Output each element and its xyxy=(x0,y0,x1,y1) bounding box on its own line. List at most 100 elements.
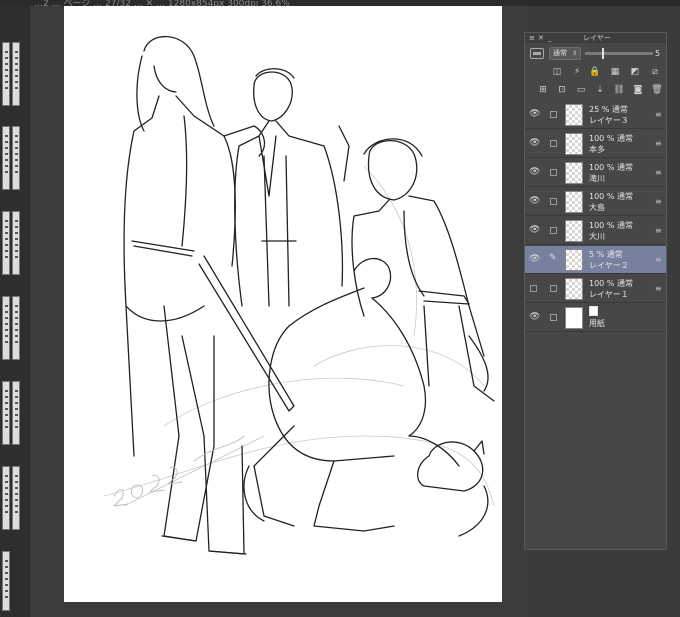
eye-icon[interactable]: 👁 xyxy=(529,196,540,207)
layer-row[interactable]: 👁 100 % 通常 滝川 ≡ xyxy=(525,159,666,187)
layer-thumbnail xyxy=(565,249,583,271)
layer-lock-checkbox[interactable] xyxy=(550,169,557,176)
eye-icon[interactable]: 👁 xyxy=(529,225,540,236)
layer-opacity-mode: 100 % 通常 xyxy=(589,192,633,201)
drag-handle-icon[interactable]: ≡ xyxy=(655,139,662,149)
new-raster-layer-icon[interactable]: ⊞ xyxy=(537,84,549,96)
layer-name: 用紙 xyxy=(589,319,605,328)
eye-icon[interactable]: 👁 xyxy=(529,312,540,323)
layer-name: 本多 xyxy=(589,145,605,154)
layer-opacity-mode: 100 % 通常 xyxy=(589,221,633,230)
page-thumbnail[interactable] xyxy=(12,381,20,445)
page-thumbnail[interactable] xyxy=(2,466,10,530)
layer-name: 滝川 xyxy=(589,174,605,183)
panel-menu-icon[interactable]: ≡ xyxy=(529,33,535,43)
drag-handle-icon[interactable]: ≡ xyxy=(655,110,662,120)
panel-titlebar: ≡ ✕ _ レイヤー xyxy=(525,33,666,43)
mask-enable-icon[interactable]: ◩ xyxy=(629,66,641,78)
layer-name: レイヤー３ xyxy=(589,116,629,125)
layer-lock-checkbox[interactable] xyxy=(550,314,557,321)
new-folder-icon[interactable]: ▭ xyxy=(575,84,587,96)
layer-action-toolbar: ⊞ ⊡ ▭ ⇣ ⛓ ◙ 🗑 xyxy=(525,82,666,98)
layer-name: レイヤー１ xyxy=(589,290,629,299)
page-thumbnail[interactable] xyxy=(2,551,10,611)
layer-lock-checkbox[interactable] xyxy=(550,227,557,234)
page-thumbnail[interactable] xyxy=(12,126,20,190)
eye-icon[interactable]: 👁 xyxy=(529,254,540,265)
new-vector-layer-icon[interactable]: ⊡ xyxy=(556,84,568,96)
layer-row[interactable]: 👁 25 % 通常 レイヤー３ ≡ xyxy=(525,101,666,129)
app-window: …2 … ページ … 27/32 … ✕ … 1280x854px 300dpi… xyxy=(0,0,680,617)
page-thumbnail[interactable] xyxy=(12,211,20,275)
page-thumbnail-strip xyxy=(0,6,30,617)
layer-thumbnail xyxy=(565,278,583,300)
layer-lock-checkbox[interactable] xyxy=(550,140,557,147)
layer-mask-icon[interactable]: ◙ xyxy=(632,84,644,96)
layer-panel: ≡ ✕ _ レイヤー 通常 ⇕ 5 ◫ ⚡ 🔒 ▦ ◩ ⧄ ⊞ ⊡ ▭ ⇣ ⛓ xyxy=(524,32,667,550)
drawing-canvas[interactable] xyxy=(64,6,502,602)
clip-to-layer-below-icon[interactable]: ◫ xyxy=(551,66,563,78)
opacity-slider[interactable] xyxy=(585,52,653,55)
drag-handle-icon[interactable]: ≡ xyxy=(655,284,662,294)
layer-lock-checkbox[interactable] xyxy=(550,111,557,118)
merge-down-icon[interactable]: ⇣ xyxy=(594,84,606,96)
page-thumbnail[interactable] xyxy=(12,296,20,360)
drag-handle-icon[interactable]: ≡ xyxy=(655,168,662,178)
page-thumbnail[interactable] xyxy=(2,42,10,106)
panel-title: レイヤー xyxy=(583,34,611,42)
layer-thumbnail xyxy=(565,220,583,242)
paper-layer-icon xyxy=(589,306,598,316)
layer-name: 大島 xyxy=(589,203,605,212)
layer-thumbnail xyxy=(565,104,583,126)
layer-name: レイヤー２ xyxy=(589,261,629,270)
eye-icon[interactable]: 👁 xyxy=(529,109,540,120)
layer-opacity-mode: 100 % 通常 xyxy=(589,163,633,172)
page-thumbnail[interactable] xyxy=(2,296,10,360)
close-icon[interactable]: ✕ xyxy=(538,33,544,43)
layer-row[interactable]: 👁 100 % 通常 大島 ≡ xyxy=(525,188,666,216)
pencil-icon: ✎ xyxy=(549,253,557,263)
lock-layer-icon[interactable]: 🔒 xyxy=(589,66,601,78)
layer-row[interactable]: 👁 100 % 通常 大川 ≡ xyxy=(525,217,666,245)
trash-icon[interactable]: 🗑 xyxy=(651,84,663,96)
layer-row[interactable]: 100 % 通常 レイヤー１ ≡ xyxy=(525,275,666,303)
drag-handle-icon[interactable]: ≡ xyxy=(655,197,662,207)
chevron-updown-icon: ⇕ xyxy=(572,50,578,57)
page-thumbnail[interactable] xyxy=(2,381,10,445)
layer-lock-checkbox[interactable] xyxy=(550,198,557,205)
line-art-illustration xyxy=(103,35,495,555)
layer-property-toolbar: ◫ ⚡ 🔒 ▦ ◩ ⧄ xyxy=(525,64,666,80)
layer-thumbnail xyxy=(565,307,583,329)
layer-opacity-mode: 100 % 通常 xyxy=(589,279,633,288)
drag-handle-icon[interactable]: ≡ xyxy=(655,226,662,236)
layer-lock-checkbox[interactable] xyxy=(550,285,557,292)
layer-thumbnail xyxy=(565,162,583,184)
layer-opacity-mode: 5 % 通常 xyxy=(589,250,623,259)
layer-thumbnail xyxy=(565,191,583,213)
layer-name: 大川 xyxy=(589,232,605,241)
eye-icon[interactable]: 👁 xyxy=(529,167,540,178)
reference-layer-icon[interactable]: ⚡ xyxy=(571,66,583,78)
layer-color-icon[interactable] xyxy=(530,48,544,59)
paper-layer-row[interactable]: 👁 用紙 xyxy=(525,304,666,332)
blend-mode-row: 通常 ⇕ 5 xyxy=(525,45,666,63)
layer-thumbnail xyxy=(565,133,583,155)
visibility-checkbox[interactable] xyxy=(530,285,537,292)
page-thumbnail[interactable] xyxy=(12,42,20,106)
layer-row[interactable]: 👁 100 % 通常 本多 ≡ xyxy=(525,130,666,158)
page-thumbnail[interactable] xyxy=(2,211,10,275)
page-thumbnail[interactable] xyxy=(12,466,20,530)
eye-icon[interactable]: 👁 xyxy=(529,138,540,149)
drag-handle-icon[interactable]: ≡ xyxy=(655,255,662,265)
minimize-icon[interactable]: _ xyxy=(548,33,552,43)
lock-transparency-icon[interactable]: ▦ xyxy=(609,66,621,78)
layer-opacity-mode: 25 % 通常 xyxy=(589,105,628,114)
opacity-slider-handle[interactable] xyxy=(602,48,604,59)
layer-opacity-mode: 100 % 通常 xyxy=(589,134,633,143)
link-layer-icon[interactable]: ⛓ xyxy=(613,84,625,96)
canvas-area[interactable] xyxy=(30,6,524,617)
opacity-value[interactable]: 5 xyxy=(655,47,660,60)
layer-row-selected[interactable]: 👁 ✎ 5 % 通常 レイヤー２ ≡ xyxy=(525,246,666,274)
layer-color-toggle-icon[interactable]: ⧄ xyxy=(649,66,661,78)
page-thumbnail[interactable] xyxy=(2,126,10,190)
